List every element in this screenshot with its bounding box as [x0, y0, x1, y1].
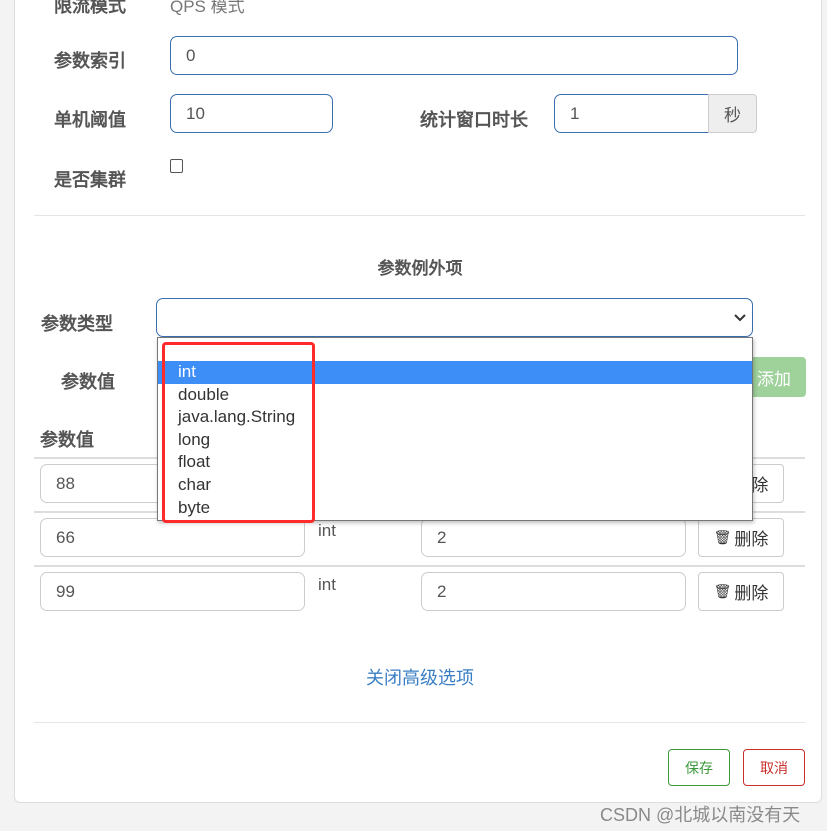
trash-icon: 🗑: [713, 529, 732, 545]
row-threshold-input[interactable]: 2: [421, 518, 686, 557]
table-header-value: 参数值: [40, 430, 94, 450]
row-threshold-input[interactable]: 2: [421, 572, 686, 611]
cluster-label: 是否集群: [54, 170, 126, 190]
divider: [34, 215, 805, 216]
row-value-input[interactable]: 99: [40, 572, 305, 611]
delete-label: 删除: [734, 584, 769, 603]
highlight-box: [162, 342, 315, 523]
cluster-checkbox[interactable]: [170, 159, 183, 173]
param-type-select[interactable]: [156, 298, 753, 337]
row-delete-button[interactable]: 🗑删除: [698, 572, 784, 611]
exceptions-title: 参数例外项: [377, 259, 463, 278]
param-index-input[interactable]: 0: [170, 36, 738, 75]
window-label: 统计窗口时长: [420, 110, 528, 130]
threshold-input[interactable]: 10: [170, 94, 333, 133]
mode-value: QPS 模式: [170, 0, 245, 16]
delete-label: 删除: [734, 530, 769, 549]
row-divider: [34, 565, 805, 567]
param-index-label: 参数索引: [54, 51, 126, 71]
toggle-advanced-link[interactable]: 关闭高级选项: [0, 664, 827, 690]
save-button[interactable]: 保存: [668, 749, 730, 786]
threshold-label: 单机阈值: [54, 110, 126, 130]
window-unit: 秒: [708, 94, 757, 133]
row-delete-button[interactable]: 🗑删除: [698, 518, 784, 557]
param-value-label: 参数值: [61, 372, 115, 392]
row-value-input[interactable]: 66: [40, 518, 305, 557]
divider: [34, 722, 805, 723]
param-type-label: 参数类型: [41, 314, 113, 334]
cancel-button[interactable]: 取消: [743, 749, 805, 786]
watermark: CSDN @北城以南没有天: [600, 805, 801, 825]
chevron-down-icon: [734, 314, 746, 322]
trash-icon: 🗑: [713, 583, 732, 599]
window-input[interactable]: 1: [554, 94, 709, 133]
mode-label: 限流模式: [54, 0, 126, 16]
row-type: int: [318, 521, 336, 540]
row-type: int: [318, 575, 336, 594]
